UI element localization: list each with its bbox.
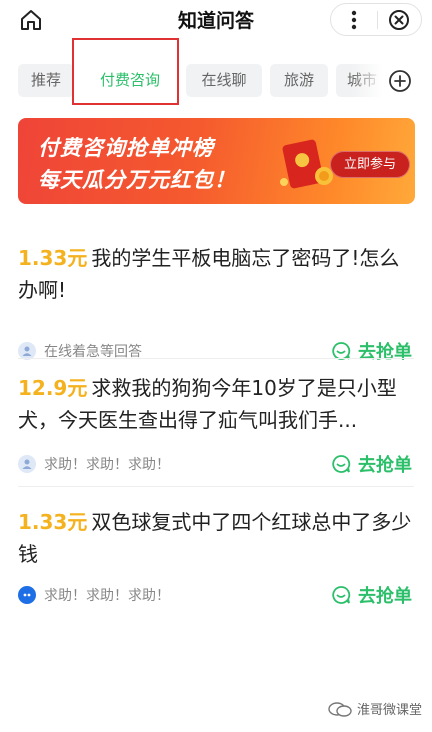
chat-smile-icon [332, 586, 351, 604]
avatar [18, 586, 36, 604]
banner-title: 付费咨询抢单冲榜 [38, 136, 214, 160]
top-bar: 知道问答 [0, 0, 432, 40]
chat-smile-icon [332, 455, 351, 473]
watermark-text: 淮哥微课堂 [356, 703, 422, 718]
grab-order-button[interactable]: 去抢单 [331, 338, 412, 364]
wechat-icon [328, 701, 352, 717]
question-text: 12.9元 求救我的狗狗今年10岁了是只小型犬，今天医生查出得了疝气叫我们手... [18, 372, 414, 436]
question-item[interactable]: 1.33元 双色球复式中了四个红球总中了多少钱 求助！求助！求助！ 去抢单 [18, 506, 414, 607]
question-meta: 求助！求助！求助！ [18, 453, 170, 475]
tab-recommend[interactable]: 推荐 [18, 64, 74, 97]
divider [18, 358, 414, 359]
watermark: 淮哥微课堂 [327, 699, 422, 718]
avatar [18, 455, 36, 473]
question-status: 求助！求助！求助！ [44, 457, 170, 473]
more-icon[interactable] [331, 4, 377, 35]
tab-travel[interactable]: 旅游 [270, 64, 328, 97]
grab-order-button[interactable]: 去抢单 [331, 451, 412, 477]
question-status: 求助！求助！求助！ [44, 588, 170, 604]
question-item[interactable]: 12.9元 求救我的狗狗今年10岁了是只小型犬，今天医生查出得了疝气叫我们手...… [18, 372, 414, 476]
category-tabs: 推荐 付费咨询 在线聊 旅游 城市 [0, 58, 432, 104]
tabs-fade [352, 58, 388, 104]
question-meta: 求助！求助！求助！ [18, 584, 170, 606]
grab-order-label: 去抢单 [358, 586, 412, 607]
divider [18, 486, 414, 487]
question-price: 1.33元 [18, 246, 88, 270]
join-button[interactable]: 立即参与 [330, 151, 410, 178]
question-price: 12.9元 [18, 376, 88, 400]
tab-online-chat[interactable]: 在线聊 [186, 64, 262, 97]
highlight-box [72, 38, 179, 105]
question-text: 1.33元 双色球复式中了四个红球总中了多少钱 [18, 506, 414, 570]
promo-banner[interactable]: 付费咨询抢单冲榜 每天瓜分万元红包！ 立即参与 [18, 118, 415, 204]
question-item[interactable]: 1.33元 我的学生平板电脑忘了密码了!怎么办啊! 在线着急等回答 去抢单 [18, 242, 414, 363]
question-text: 1.33元 我的学生平板电脑忘了密码了!怎么办啊! [18, 242, 414, 306]
banner-subtitle: 每天瓜分万元红包！ [38, 168, 236, 192]
mini-program-capsule [330, 3, 422, 36]
close-icon[interactable] [377, 4, 421, 35]
grab-order-label: 去抢单 [358, 455, 412, 476]
grab-order-label: 去抢单 [358, 342, 412, 363]
question-price: 1.33元 [18, 510, 88, 534]
red-envelope-icon [280, 139, 333, 189]
grab-order-button[interactable]: 去抢单 [331, 582, 412, 608]
add-tab-icon[interactable] [388, 69, 412, 93]
